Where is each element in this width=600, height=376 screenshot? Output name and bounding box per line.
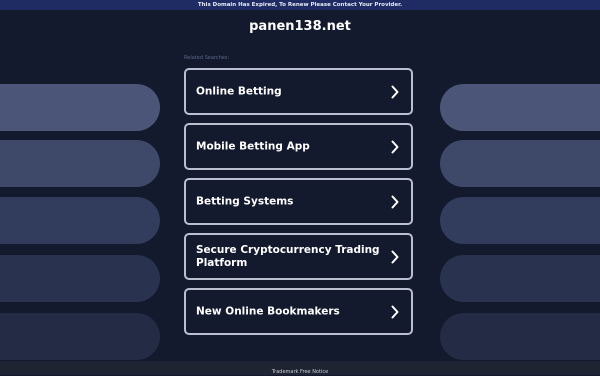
chevron-right-icon	[391, 140, 399, 153]
decorative-pill-right-2	[440, 140, 600, 187]
decorative-pill-left-4	[0, 255, 160, 302]
related-link-label: Mobile Betting App	[196, 140, 310, 152]
related-link-label: New Online Bookmakers	[196, 305, 340, 317]
decorative-pill-right-4	[440, 255, 600, 302]
decorative-pill-right-1	[440, 84, 600, 131]
related-link-online-betting[interactable]: Online Betting	[184, 68, 413, 115]
chevron-right-icon	[391, 305, 399, 318]
related-link-label: Betting Systems	[196, 195, 294, 207]
domain-title: panen138.net	[249, 19, 351, 34]
related-link-betting-systems[interactable]: Betting Systems	[184, 178, 413, 225]
chevron-right-icon	[391, 85, 399, 98]
decorative-pill-right-3	[440, 197, 600, 244]
decorative-pill-left-5	[0, 313, 160, 360]
decorative-pill-left-2	[0, 140, 160, 187]
expired-domain-banner: This Domain Has Expired, To Renew Please…	[0, 0, 600, 10]
related-link-secure-cryptocurrency-trading-platform[interactable]: Secure Cryptocurrency Trading Platform	[184, 233, 413, 280]
chevron-right-icon	[391, 250, 399, 263]
related-link-label: Online Betting	[196, 85, 282, 97]
decorative-pill-left-1	[0, 84, 160, 131]
related-link-mobile-betting-app[interactable]: Mobile Betting App	[184, 123, 413, 170]
related-link-label: Secure Cryptocurrency Trading Platform	[196, 243, 380, 269]
related-link-new-online-bookmakers[interactable]: New Online Bookmakers	[184, 288, 413, 335]
decorative-pill-right-5	[440, 313, 600, 360]
related-searches-label: Related Searches:	[184, 55, 230, 61]
chevron-right-icon	[391, 195, 399, 208]
decorative-pill-left-3	[0, 197, 160, 244]
